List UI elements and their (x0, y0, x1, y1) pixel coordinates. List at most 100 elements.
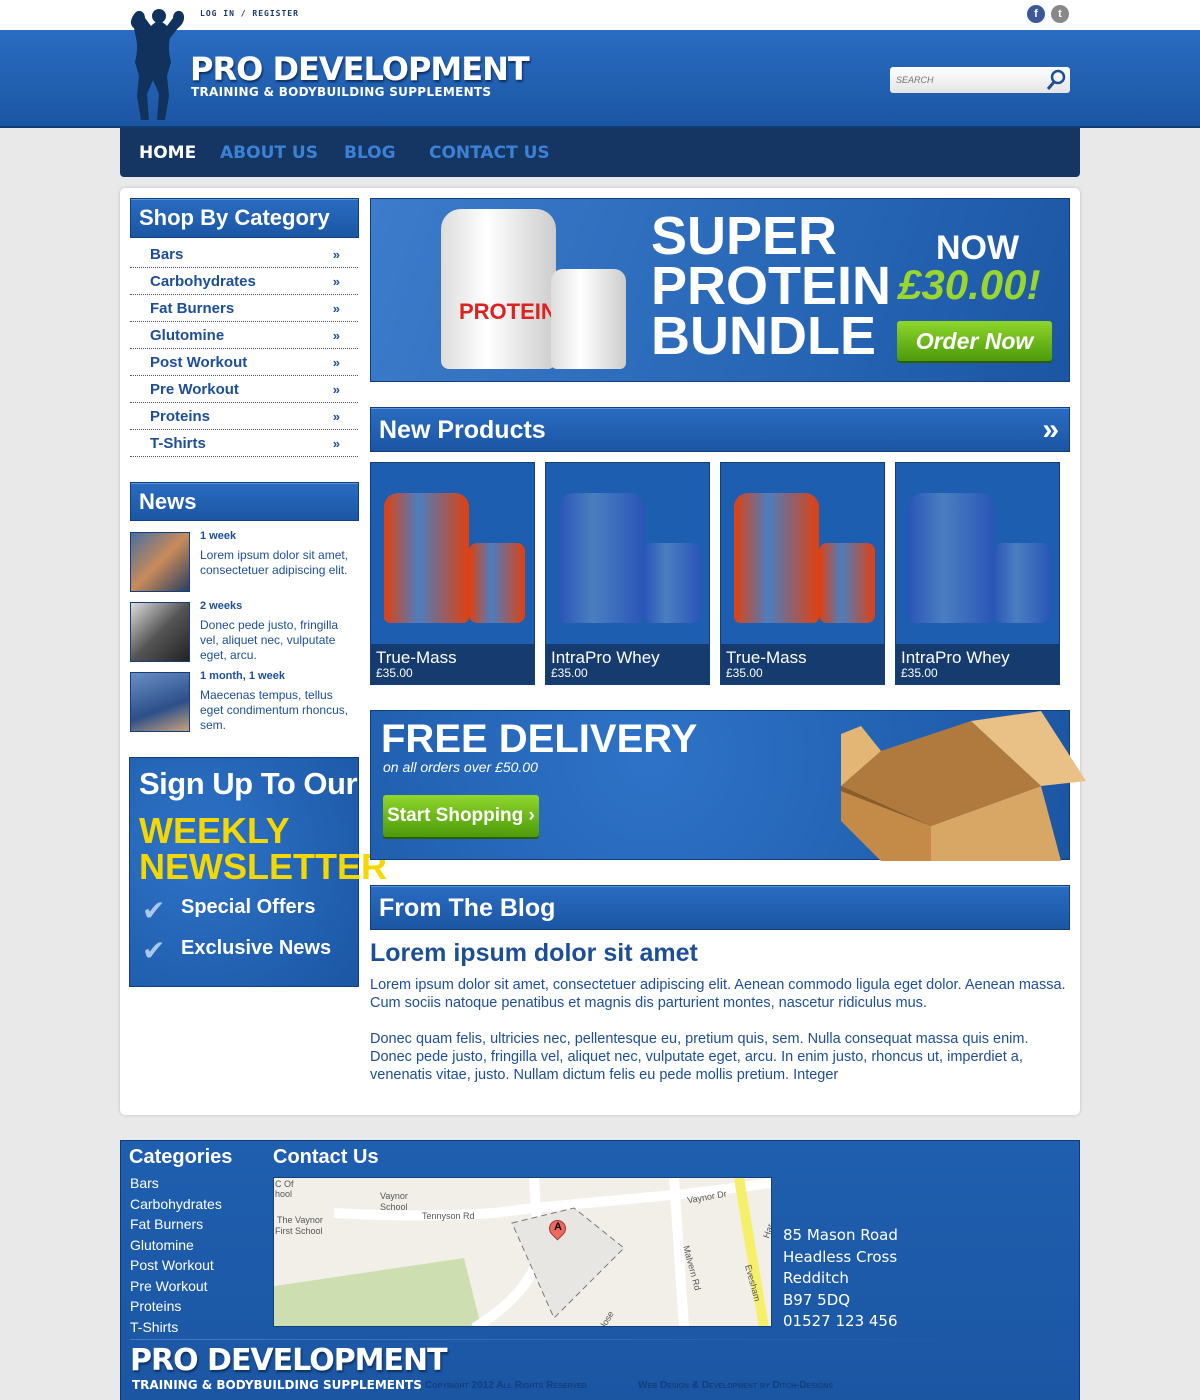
double-chevron-right-icon[interactable]: » (1042, 408, 1059, 452)
twitter-icon[interactable]: t (1051, 5, 1069, 23)
news-item[interactable]: 2 weeks Donec pede justo, fringilla vel, … (130, 600, 360, 662)
product-price: £35.00 (726, 666, 763, 680)
brand-title[interactable]: PRO DEVELOPMENT (190, 50, 530, 88)
search-box (890, 67, 1070, 93)
footer-brand-subtitle: TRAINING & BODYBUILDING SUPPLEMENTS (132, 1378, 422, 1392)
category-label: Glutomine (150, 327, 225, 344)
news-heading: News (130, 482, 359, 521)
free-delivery-banner[interactable]: FREE DELIVERY on all orders over £50.00 … (370, 710, 1086, 861)
promo-banner[interactable]: PROTEIN SUPER PROTEIN BUNDLE NOW £30.00! O… (370, 198, 1070, 382)
footer-category-link[interactable]: T-Shirts (130, 1319, 178, 1335)
product-card[interactable]: True-Mass £35.00 (370, 462, 535, 685)
map-label: First School (275, 1226, 323, 1236)
login-link[interactable]: LOG IN (200, 9, 235, 18)
nav-home[interactable]: HOME (139, 143, 196, 163)
separator: / (240, 9, 247, 18)
news-thumbnail (130, 532, 190, 592)
footer-categories-heading: Categories (129, 1146, 233, 1168)
newsletter-signup[interactable]: Sign Up To Our WEEKLY NEWSLETTER ✔ Speci… (129, 757, 387, 987)
category-label: T-Shirts (150, 435, 206, 452)
map-label: Tennyson Rd (422, 1211, 475, 1221)
product-name: True-Mass (726, 648, 807, 667)
footer-category-link[interactable]: Pre Workout (130, 1278, 208, 1294)
chevron-right-icon: » (332, 274, 340, 289)
category-link[interactable]: Bars » (130, 241, 358, 268)
product-card[interactable]: IntraPro Whey £35.00 (895, 462, 1060, 685)
product-name: True-Mass (376, 648, 457, 667)
credit-link[interactable]: Web Design & Development by Ditch-Design… (638, 1380, 833, 1391)
product-image (729, 483, 877, 633)
product-price: £35.00 (901, 666, 938, 680)
nav-about-us[interactable]: ABOUT US (220, 143, 318, 163)
address-line: Redditch (783, 1269, 849, 1287)
product-image (379, 483, 527, 633)
delivery-subtitle: on all orders over £50.00 (383, 759, 538, 775)
footer-category-link[interactable]: Bars (130, 1175, 159, 1191)
product-image (904, 483, 1052, 633)
news-thumbnail (130, 672, 190, 732)
cardboard-box-icon (841, 711, 1086, 861)
footer-category-link[interactable]: Proteins (130, 1298, 181, 1314)
category-link[interactable]: T-Shirts » (130, 430, 358, 457)
banner-line: PROTEIN (651, 256, 892, 316)
blog-paragraph: Lorem ipsum dolor sit amet, consectetuer… (370, 977, 1066, 1011)
order-now-button[interactable]: Order Now (897, 321, 1052, 361)
category-label: Fat Burners (150, 300, 235, 317)
blog-post-title[interactable]: Lorem ipsum dolor sit amet (370, 939, 698, 968)
news-time: 1 week (200, 530, 237, 542)
search-input[interactable] (890, 67, 1040, 93)
nav-blog[interactable]: BLOG (344, 143, 396, 163)
address-line: B97 5DQ (783, 1290, 851, 1309)
bodybuilder-logo-icon[interactable] (128, 8, 190, 120)
product-image (554, 483, 702, 633)
footer-category-link[interactable]: Glutomine (130, 1237, 194, 1253)
start-shopping-button[interactable]: Start Shopping › (383, 795, 539, 837)
map-label: The Vaynor (277, 1215, 323, 1225)
news-time: 1 month, 1 week (200, 670, 285, 682)
category-label: Post Workout (150, 354, 248, 371)
banner-price: £30.00! (898, 261, 1041, 308)
location-map[interactable]: C Of hool Vaynor School Tennyson Rd The … (273, 1177, 772, 1327)
footer-category-link[interactable]: Carbohydrates (130, 1196, 222, 1212)
category-link[interactable]: Fat Burners » (130, 295, 358, 322)
category-link[interactable]: Post Workout » (130, 349, 358, 376)
news-text: Donec pede justo, fringilla vel, aliquet… (200, 618, 339, 662)
supplement-tub-image (551, 269, 626, 369)
map-label: hool (275, 1189, 293, 1199)
new-products-title: New Products (379, 416, 546, 444)
chevron-right-icon: » (332, 436, 340, 451)
account-links: LOG IN / REGISTER (200, 9, 299, 18)
news-item[interactable]: 1 month, 1 week Maecenas tempus, tellus e… (130, 670, 360, 732)
news-item[interactable]: 1 week Lorem ipsum dolor sit amet, consec… (130, 530, 360, 592)
footer-category-link[interactable]: Post Workout (130, 1257, 214, 1273)
banner-headline: SUPER PROTEIN BUNDLE (651, 209, 892, 363)
product-name: IntraPro Whey (901, 648, 1010, 667)
category-label: Carbohydrates (150, 273, 256, 290)
category-link[interactable]: Glutomine » (130, 322, 358, 349)
main-nav: HOME ABOUT US BLOG CONTACT US (120, 128, 1080, 177)
brand-subtitle: TRAINING & BODYBUILDING SUPPLEMENTS (191, 85, 492, 99)
map-label: Vaynor (380, 1191, 408, 1201)
address-line: 01527 123 456 (783, 1312, 898, 1330)
category-heading: Shop By Category (130, 198, 359, 238)
product-price: £35.00 (376, 666, 413, 680)
category-link[interactable]: Carbohydrates » (130, 268, 358, 295)
chevron-right-icon: » (332, 301, 340, 316)
category-link[interactable]: Pre Workout » (130, 376, 358, 403)
news-time: 2 weeks (200, 600, 243, 612)
footer-brand-title: PRO DEVELOPMENT (130, 1343, 448, 1378)
category-link[interactable]: Proteins » (130, 403, 358, 430)
product-card[interactable]: True-Mass £35.00 (720, 462, 885, 685)
nav-contact-us[interactable]: CONTACT US (429, 143, 550, 163)
register-link[interactable]: REGISTER (252, 9, 299, 18)
blog-heading: From The Blog (370, 885, 1070, 930)
check-icon: ✔ (142, 934, 166, 967)
facebook-icon[interactable]: f (1027, 5, 1045, 23)
newsletter-line1: Sign Up To Our (139, 766, 358, 801)
newsletter-benefit: Exclusive News (181, 937, 332, 959)
search-icon[interactable] (1044, 68, 1068, 92)
product-card[interactable]: IntraPro Whey £35.00 (545, 462, 710, 685)
map-marker-label: A (554, 1221, 562, 1233)
news-thumbnail (130, 602, 190, 662)
footer-category-link[interactable]: Fat Burners (130, 1216, 203, 1232)
